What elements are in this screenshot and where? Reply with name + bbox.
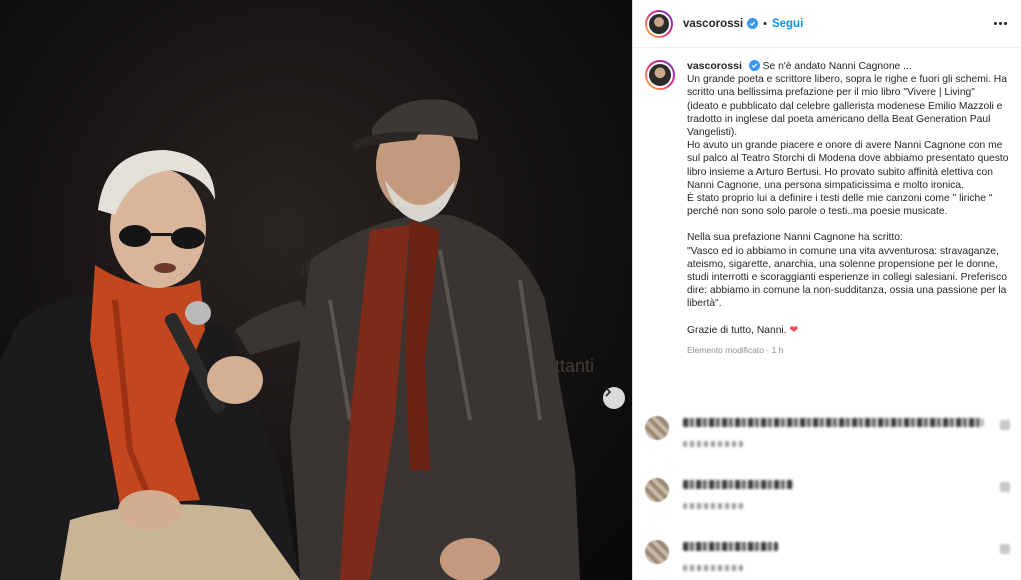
comment-item <box>633 472 1021 534</box>
caption-paragraph-1: Un grande poeta e scrittore libero, sopr… <box>687 74 1007 139</box>
comment-like-icon[interactable] <box>1000 544 1010 554</box>
caption-title: Se n'è andato Nanni Cagnone ... <box>762 61 912 72</box>
caption-block: vascorossi Se n'è andato Nanni Cagnone .… <box>633 48 1021 357</box>
blurred-comment-text <box>683 418 983 427</box>
comment-item <box>633 410 1021 472</box>
more-options-button[interactable] <box>994 22 1007 25</box>
blurred-comment-meta <box>683 441 743 447</box>
post-photo: ttanti ıll P <box>0 0 632 580</box>
verified-badge-icon <box>747 18 759 29</box>
follow-button[interactable]: Segui <box>772 18 803 30</box>
post-side-panel: vascorossi • Segui vascorossi Se n'è and… <box>632 0 1021 580</box>
caption-paragraph-3: È stato proprio lui a definire i testi d… <box>687 193 993 218</box>
backdrop-text: ttanti <box>555 356 594 376</box>
caption-avatar[interactable] <box>645 60 675 90</box>
blurred-comment-meta <box>683 565 743 571</box>
blurred-comment-text <box>683 480 793 489</box>
comment-avatar[interactable] <box>645 540 669 564</box>
comment-like-icon[interactable] <box>1000 482 1010 492</box>
caption-meta: Elemento modificato · 1 h <box>687 344 784 355</box>
post-header: vascorossi • Segui <box>633 0 1021 48</box>
seated-man <box>0 150 300 580</box>
caption-closing: Grazie di tutto, Nanni. <box>687 324 787 336</box>
caption-paragraph-2: Ho avuto un grande piacere e onore di av… <box>687 140 1009 191</box>
photo-illustration: ttanti ıll P <box>0 99 594 580</box>
header-username[interactable]: vascorossi <box>683 18 743 30</box>
caption-username[interactable]: vascorossi <box>687 60 742 72</box>
more-horizontal-icon <box>994 22 997 25</box>
comment-like-icon[interactable] <box>1000 420 1010 430</box>
heart-emoji-icon: ❤ <box>789 324 799 336</box>
header-separator: • <box>763 17 767 30</box>
verified-badge-icon <box>748 60 760 71</box>
caption-preface-intro: Nella sua prefazione Nanni Cagnone ha sc… <box>687 232 903 244</box>
avatar[interactable] <box>645 9 673 38</box>
blurred-comment-text <box>683 542 778 551</box>
blurred-comment-meta <box>683 503 743 509</box>
comment-avatar[interactable] <box>645 478 669 502</box>
chevron-right-icon <box>605 387 612 397</box>
caption-text: vascorossi Se n'è andato Nanni Cagnone .… <box>687 60 1009 357</box>
comments-list <box>633 410 1021 580</box>
caption-quote: "Vasco ed io abbiamo in comune una vita … <box>687 245 1007 310</box>
comment-item <box>633 534 1021 580</box>
comment-avatar[interactable] <box>645 416 669 440</box>
next-image-button[interactable] <box>603 387 625 409</box>
